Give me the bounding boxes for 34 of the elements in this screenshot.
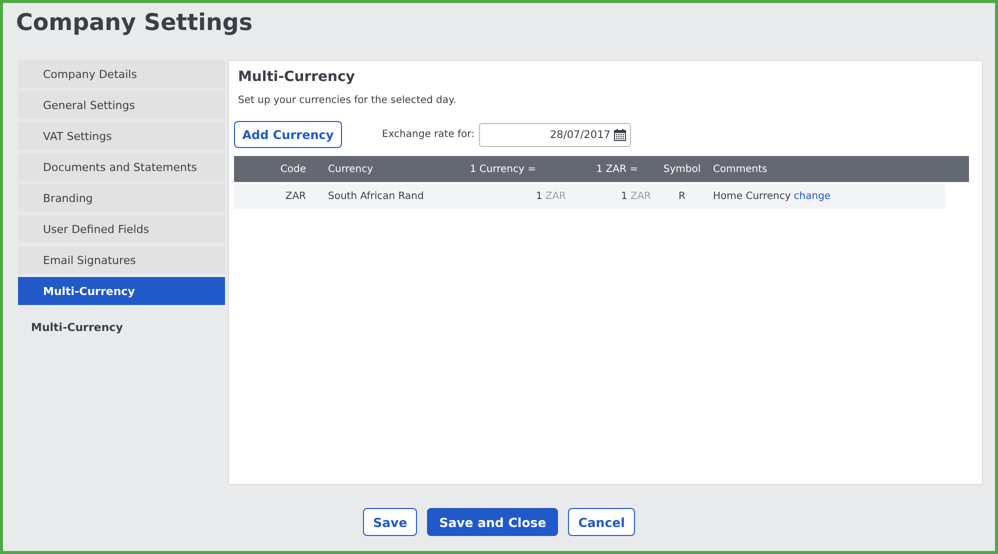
sidebar-item[interactable]: Branding — [18, 184, 225, 212]
panel-title: Multi-Currency — [238, 69, 356, 85]
calendar-icon[interactable] — [614, 128, 626, 140]
outline-button[interactable]: Cancel — [568, 508, 635, 536]
rate-amount: 1 — [620, 191, 628, 202]
sidebar-item[interactable]: VAT Settings — [18, 122, 225, 150]
sidebar-item[interactable]: Company Details — [18, 60, 225, 88]
sidebar-item[interactable]: Email Signatures — [18, 246, 225, 274]
column-header: 1 Currency = — [468, 164, 537, 174]
table-cell-text: R — [678, 191, 686, 202]
comment-text: Home Currency — [713, 191, 791, 202]
panel-description: Set up your currencies for the selected day. — [238, 95, 458, 106]
date-field[interactable]: 28/07/2017 — [479, 122, 632, 146]
column-header: Symbol — [662, 164, 702, 174]
table-cell-text: ZAR — [284, 191, 307, 202]
outline-button[interactable]: Save — [363, 508, 418, 536]
column-header: Comments — [712, 164, 768, 174]
page-title: Company Settings — [16, 10, 254, 38]
date-label: Exchange rate for: — [382, 129, 474, 140]
sidebar-item[interactable]: General Settings — [18, 91, 225, 119]
primary-button[interactable]: Save and Close — [427, 508, 558, 536]
add-currency-button[interactable]: Add Currency — [234, 121, 342, 148]
column-header: 1 ZAR = — [595, 164, 639, 174]
column-header: Currency — [327, 164, 374, 174]
sidebar-item[interactable]: Multi-Currency — [18, 277, 225, 305]
rate-unit: ZAR — [630, 191, 651, 202]
sidebar-item[interactable]: Documents and Statements — [18, 153, 225, 181]
section-label: Multi-Currency — [31, 321, 124, 334]
table-cell-text: South African Rand — [327, 191, 425, 202]
column-header: Code — [279, 164, 307, 174]
change-link[interactable]: change — [794, 191, 831, 202]
rate-unit: ZAR — [545, 191, 566, 202]
rate-amount: 1 — [536, 191, 542, 202]
sidebar-item[interactable]: User Defined Fields — [18, 215, 225, 243]
